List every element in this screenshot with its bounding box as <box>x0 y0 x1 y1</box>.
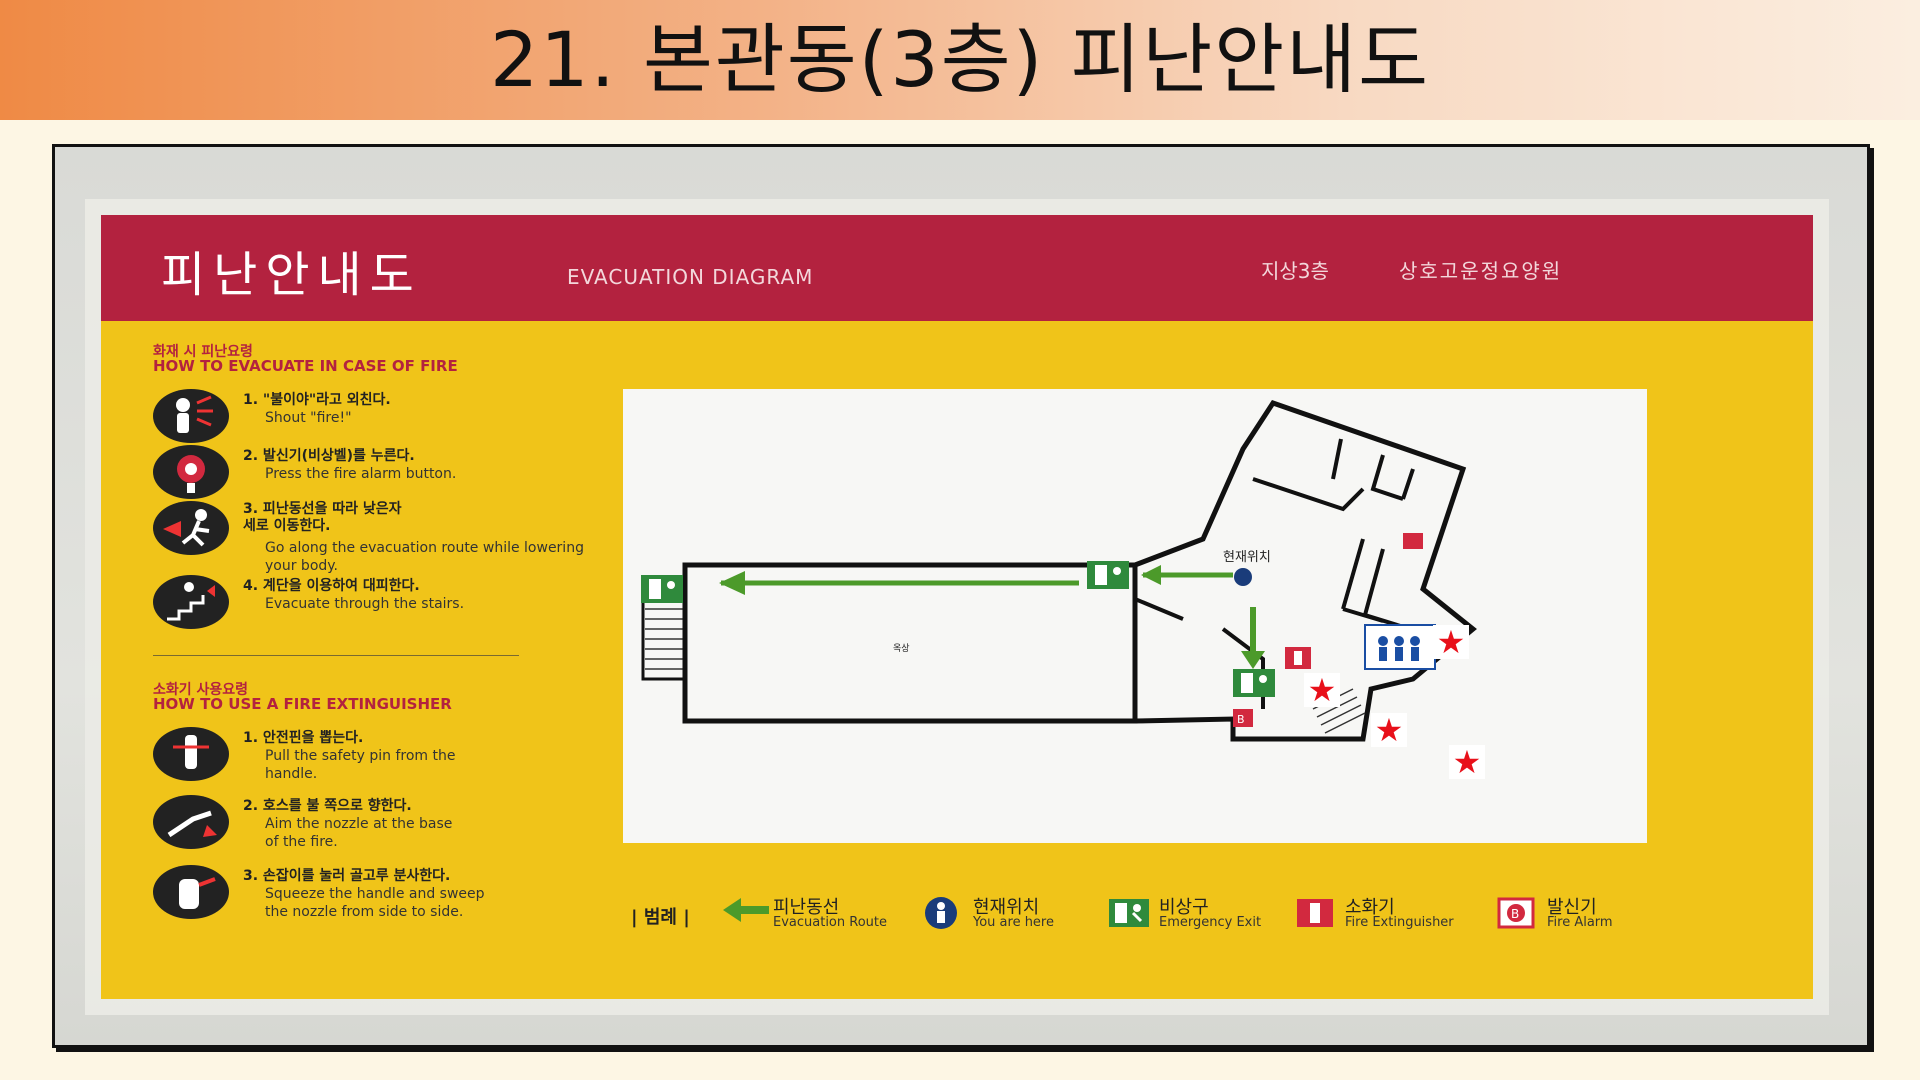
alarm-button-icon <box>153 445 229 499</box>
extinguisher-heading-english: HOW TO USE A FIRE EXTINGUISHER <box>153 695 452 713</box>
aim-nozzle-icon <box>153 795 229 849</box>
slide-title: 21. 본관동(3층) 피난안내도 <box>489 15 1431 104</box>
fire-extinguisher-icon <box>1297 899 1333 927</box>
evacuate-step-3: 3. 피난동선을 따라 낮은자세로 이동한다. Go along the eva… <box>153 501 584 574</box>
evacuate-step-1: 1. "불이야"라고 외친다. Shout "fire!" <box>153 389 573 451</box>
legend-label: | 범례 | <box>631 907 690 928</box>
floor-label: 지상3층 <box>1261 259 1329 283</box>
emergency-exit-icon <box>1109 899 1149 927</box>
star-marker-4: ★ <box>1449 745 1485 779</box>
emergency-exit-sign-2 <box>1087 561 1129 589</box>
rooftop-label: 옥상 <box>893 643 910 654</box>
squeeze-handle-icon <box>153 865 229 919</box>
stairs-icon <box>153 575 229 629</box>
fire-alarm-icon: B <box>1497 897 1535 929</box>
star-marker-3: ★ <box>1371 713 1407 747</box>
evacuation-arrow-icon <box>723 898 769 922</box>
evacuate-step-2: 2. 발신기(비상벨)를 누른다. Press the fire alarm b… <box>153 445 573 507</box>
sign-banner: 피난안내도 EVACUATION DIAGRAM 지상3층 상호고운정요양원 <box>101 215 1813 321</box>
sign-title-korean: 피난안내도 <box>161 247 422 303</box>
star-marker-2: ★ <box>1304 673 1340 707</box>
emergency-exit-sign-3 <box>1233 669 1275 697</box>
sign-title-english: EVACUATION DIAGRAM <box>567 265 814 289</box>
evacuate-step-4: 4. 계단을 이용하여 대피한다. Evacuate through the s… <box>153 575 573 637</box>
slide-header: 21. 본관동(3층) 피난안내도 <box>0 0 1920 120</box>
you-are-here-icon <box>925 897 957 929</box>
star-marker-1: ★ <box>1433 625 1469 659</box>
sign-photo: 피난안내도 EVACUATION DIAGRAM 지상3층 상호고운정요양원 화… <box>52 144 1870 1048</box>
rooftop-area <box>682 562 1138 724</box>
you-are-here-label: 현재위치 <box>1223 550 1271 565</box>
svg-text:B: B <box>1511 907 1519 921</box>
evacuate-heading-english: HOW TO EVACUATE IN CASE OF FIRE <box>153 357 458 375</box>
plan-extinguisher-upper <box>1403 533 1423 549</box>
extinguisher-step-1: 1. 안전핀을 뽑는다. Pull the safety pin from th… <box>153 727 573 789</box>
emergency-exit-sign-1 <box>641 575 683 603</box>
route-arrow-left <box>719 571 745 595</box>
plan-fire-alarm: B <box>1233 709 1253 727</box>
section-divider <box>153 655 519 656</box>
safety-pin-icon <box>153 727 229 781</box>
extinguisher-step-2: 2. 호스를 불 쪽으로 향한다. Aim the nozzle at the … <box>153 795 573 857</box>
evacuation-sign: 피난안내도 EVACUATION DIAGRAM 지상3층 상호고운정요양원 화… <box>101 215 1813 999</box>
you-are-here-marker <box>1234 568 1252 586</box>
floor-plan: 옥상 현재위치 B <box>623 389 1647 843</box>
svg-text:B: B <box>1237 713 1245 726</box>
crouch-run-icon <box>153 501 229 555</box>
plan-fire-extinguisher <box>1285 647 1311 669</box>
extinguisher-step-3: 3. 손잡이를 눌러 골고루 분사한다. Squeeze the handle … <box>153 865 573 927</box>
institution-name: 상호고운정요양원 <box>1399 259 1563 283</box>
shout-icon <box>153 389 229 443</box>
